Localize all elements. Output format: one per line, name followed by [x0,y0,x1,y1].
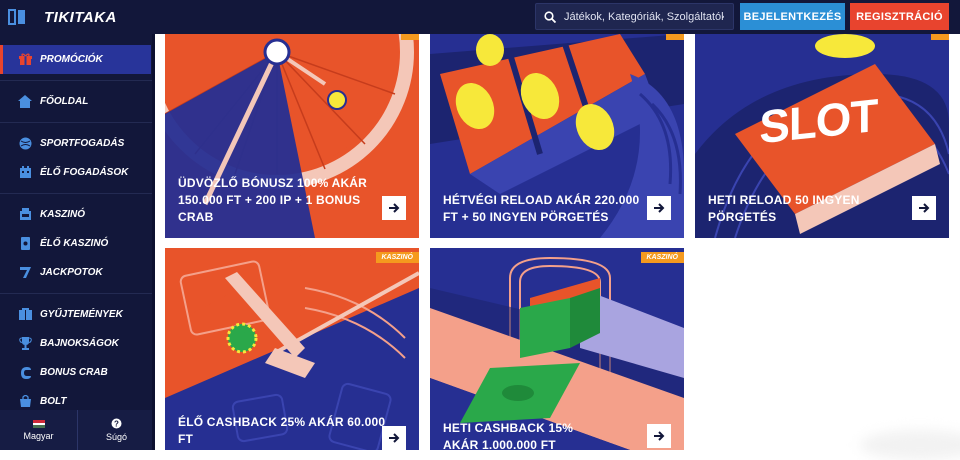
help-icon: ? [111,418,122,429]
site-logo[interactable]: TIKITAKA [44,9,117,26]
svg-text:?: ? [114,420,119,429]
help-button[interactable]: ? Súgó [78,410,155,450]
ball-icon [18,137,32,151]
sidebar-item-bonus-crab[interactable]: BONUS CRAB [0,358,155,387]
sidebar-group-promos: PROMÓCIÓK [0,34,155,81]
category-badge: KASZINÓ [375,252,419,263]
arrow-right-icon [654,203,665,213]
promo-open-button[interactable] [647,424,671,448]
sidebar-toggle-icon [8,9,25,25]
sidebar-item-label: BOLT [40,396,67,407]
help-label: Súgó [105,432,128,442]
sidebar-item-label: ÉLŐ FOGADÁSOK [40,167,129,178]
gift-icon [18,53,32,67]
sidebar-item-label: BONUS CRAB [40,367,108,378]
arrow-right-icon [654,431,665,441]
sidebar-item-label: SPORTFOGADÁS [40,138,125,149]
promo-card-welcome-bonus[interactable]: ÜDVÖZLŐ BÓNUSZ 100% AKÁR 150.000 FT + 20… [165,34,419,238]
promo-title: HETI RELOAD 50 INGYEN PÖRGETÉS [708,193,860,224]
search-icon [544,10,556,23]
sidebar-group-home: FŐOLDAL [0,81,155,123]
sidebar-item-label: FŐOLDAL [40,96,89,107]
sidebar-item-sportsbetting[interactable]: SPORTFOGADÁS [0,129,155,158]
language-selector[interactable]: Magyar [0,410,78,450]
sidebar-item-live-casino[interactable]: ÉLŐ KASZINÓ [0,229,155,258]
promo-card-weekly-cashback[interactable]: KASZINÓ HETI CASHBACK 15% AKÁR 1.000.000… [430,248,684,450]
promo-title: ÉLŐ CASHBACK 25% AKÁR 60.000 FT [178,415,386,446]
shop-icon [18,395,32,409]
category-badge: KASZINÓ [640,252,684,263]
sidebar-item-casino[interactable]: KASZINÓ [0,200,155,229]
sidebar-item-label: JACKPOTOK [40,267,103,278]
promo-open-button[interactable] [382,196,406,220]
home-icon [18,95,32,109]
promo-title: HÉTVÉGI RELOAD AKÁR 220.000 FT + 50 INGY… [443,193,640,224]
sidebar-item-jackpots[interactable]: JACKPOTOK [0,258,155,287]
sidebar-item-label: BAJNOKSÁGOK [40,338,119,349]
card-icon [18,237,32,251]
promo-card-weekend-reload[interactable]: HÉTVÉGI RELOAD AKÁR 220.000 FT + 50 INGY… [430,34,684,238]
hungary-flag-icon [32,419,45,428]
promo-card-weekly-reload[interactable]: SLOT HETI RELOAD 50 INGYEN PÖRGETÉS [695,34,949,238]
sidebar-item-label: PROMÓCIÓK [40,54,103,65]
crab-icon [18,366,32,380]
sidebar-item-label: KASZINÓ [40,209,85,220]
seven-icon [18,266,32,280]
arrow-right-icon [919,203,930,213]
sidebar-item-home[interactable]: FŐOLDAL [0,87,155,116]
chat-widget-shadow [860,430,960,460]
search-input[interactable] [564,10,724,23]
promo-card-live-cashback[interactable]: KASZINÓ ÉLŐ CASHBACK 25% AKÁR 60.000 FT [165,248,419,450]
sidebar-toggle-button[interactable] [0,0,34,34]
register-button[interactable]: REGISZTRÁCIÓ [850,3,949,30]
promo-title: HETI CASHBACK 15% AKÁR 1.000.000 FT [443,421,574,450]
collection-icon [18,308,32,322]
arrow-right-icon [389,433,400,443]
casino-icon [18,208,32,222]
sidebar: PROMÓCIÓK FŐOLDAL SPORTFOGADÁS ÉLŐ FOGAD… [0,34,155,450]
promo-open-button[interactable] [647,196,671,220]
top-bar: TIKITAKA BEJELENTKEZÉS REGISZTRÁCIÓ [0,0,960,34]
trophy-icon [18,337,32,351]
sidebar-item-label: ÉLŐ KASZINÓ [40,238,109,249]
promo-open-button[interactable] [382,426,406,450]
sidebar-group-sports: SPORTFOGADÁS ÉLŐ FOGADÁSOK [0,123,155,194]
promo-title: ÜDVÖZLŐ BÓNUSZ 100% AKÁR 150.000 FT + 20… [178,176,368,224]
search-box[interactable] [535,3,734,30]
arrow-right-icon [389,203,400,213]
sidebar-item-tournaments[interactable]: BAJNOKSÁGOK [0,329,155,358]
sidebar-group-casino: KASZINÓ ÉLŐ KASZINÓ JACKPOTOK [0,194,155,294]
sidebar-group-collections: GYŰJTEMÉNYEK BAJNOKSÁGOK BONUS CRAB BOLT [0,294,155,422]
sidebar-item-label: GYŰJTEMÉNYEK [40,309,123,320]
language-label: Magyar [23,430,54,441]
login-button[interactable]: BEJELENTKEZÉS [740,3,845,30]
sidebar-item-live-betting[interactable]: ÉLŐ FOGADÁSOK [0,158,155,187]
sidebar-item-collections[interactable]: GYŰJTEMÉNYEK [0,300,155,329]
sidebar-scrollbar[interactable] [152,34,155,450]
live-bets-icon [18,166,32,180]
promo-open-button[interactable] [912,196,936,220]
sidebar-footer: Magyar ? Súgó [0,410,155,450]
sidebar-item-promotions[interactable]: PROMÓCIÓK [0,45,151,74]
